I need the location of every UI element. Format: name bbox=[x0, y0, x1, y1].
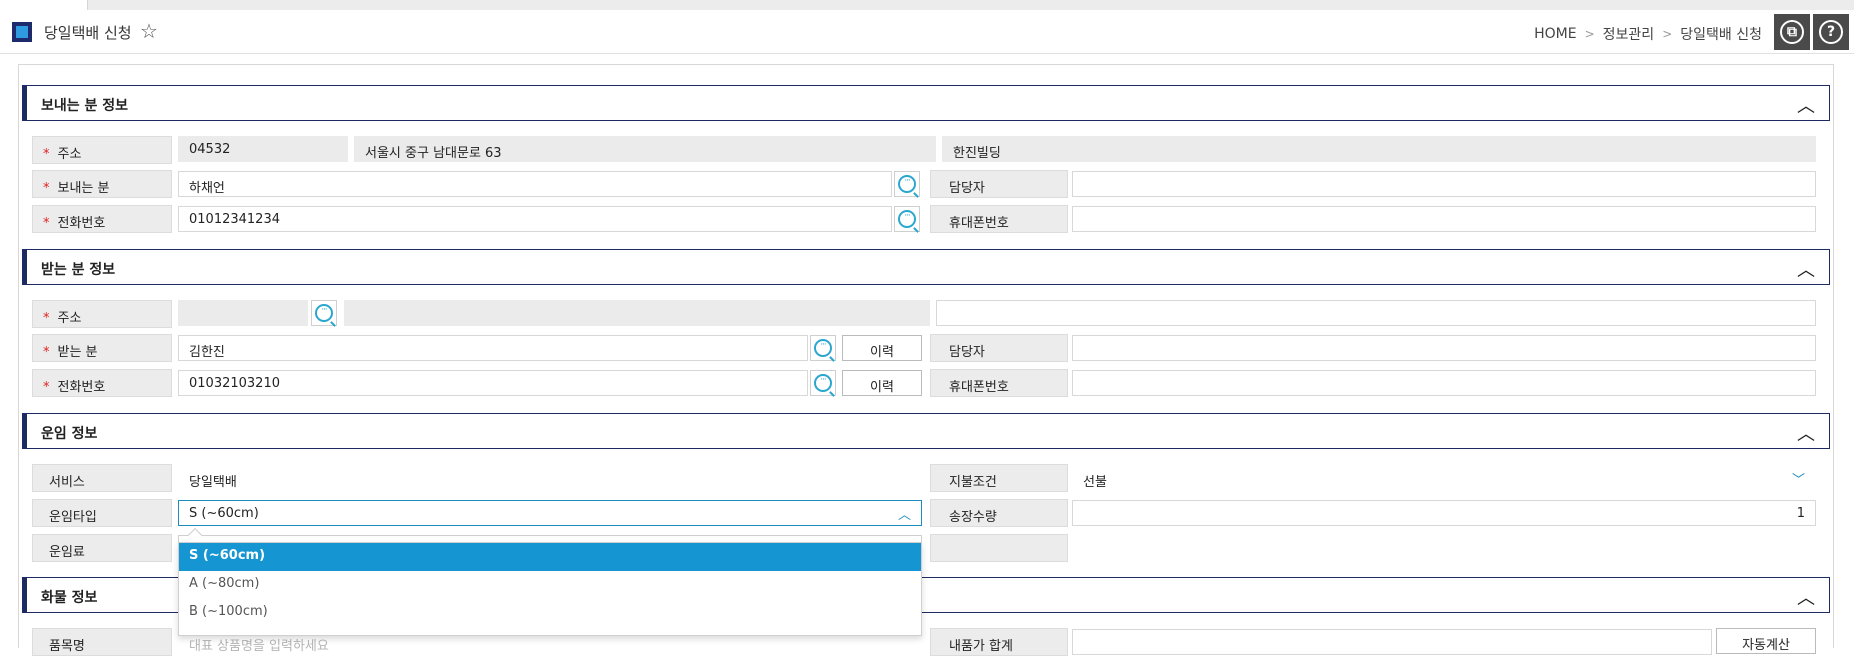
receiver-address bbox=[344, 300, 930, 326]
receiver-address-detail-input[interactable] bbox=[936, 300, 1816, 326]
total-value-label: 내품가 합계 bbox=[930, 628, 1068, 656]
waybill-qty-label: 송장수량 bbox=[930, 499, 1068, 527]
star-outline-icon[interactable]: ☆ bbox=[140, 19, 158, 43]
service-label: 서비스 bbox=[32, 464, 172, 492]
fare-type-option-b[interactable]: B (~100cm) bbox=[179, 599, 921, 627]
section-title: 운임 정보 bbox=[41, 426, 98, 442]
page-title: 당일택배 신청 bbox=[44, 24, 132, 42]
sender-address-label: 주소 bbox=[32, 136, 172, 164]
search-icon: ··· bbox=[898, 210, 916, 228]
sender-phone-label: 전화번호 bbox=[32, 205, 172, 233]
freight-section-header[interactable]: 운임 정보 ︿ bbox=[22, 413, 1830, 449]
payment-label: 지불조건 bbox=[930, 464, 1068, 492]
payment-select[interactable]: 선불 ﹀ bbox=[1072, 465, 1816, 491]
receiver-zipcode bbox=[178, 300, 308, 326]
fare-type-option-s[interactable]: S (~60cm) bbox=[179, 543, 921, 571]
fare-type-label: 운임타입 bbox=[32, 499, 172, 527]
total-value-input[interactable] bbox=[1072, 629, 1712, 655]
auto-calc-button[interactable]: 자동계산 bbox=[1716, 628, 1816, 654]
receiver-name-history-button[interactable]: 이력 bbox=[842, 335, 922, 361]
sender-address: 서울시 중구 남대문로 63 bbox=[354, 136, 936, 162]
page-header: 당일택배 신청 ☆ HOME > 정보관리 > 당일택배 신청 ⧉ ? bbox=[0, 10, 1854, 54]
section-title: 보내는 분 정보 bbox=[41, 98, 129, 114]
breadcrumb-info-management[interactable]: 정보관리 bbox=[1603, 24, 1655, 44]
receiver-phone-input[interactable]: 01032103210 bbox=[178, 370, 808, 396]
breadcrumb-home[interactable]: HOME bbox=[1534, 26, 1576, 42]
chevron-up-icon: ︿ bbox=[897, 508, 911, 523]
sender-name-label: 보내는 분 bbox=[32, 170, 172, 198]
item-name-placeholder: 대표 상품명을 입력하세요 bbox=[189, 639, 329, 654]
section-title: 화물 정보 bbox=[41, 590, 98, 606]
chevron-right-icon: > bbox=[1662, 27, 1673, 41]
waybill-qty-input[interactable]: 1 bbox=[1072, 500, 1816, 526]
chevron-up-icon[interactable]: ︿ bbox=[1797, 256, 1815, 282]
search-icon: ··· bbox=[814, 339, 832, 357]
chevron-up-icon[interactable]: ︿ bbox=[1797, 92, 1815, 118]
receiver-mobile-input[interactable] bbox=[1072, 370, 1816, 396]
receiver-name-search-button[interactable]: ··· bbox=[810, 335, 836, 361]
receiver-phone-label: 전화번호 bbox=[32, 369, 172, 397]
fare-type-select[interactable]: S (~60cm) ︿ bbox=[178, 500, 922, 526]
receiver-phone-search-button[interactable]: ··· bbox=[810, 370, 836, 396]
sender-manager-input[interactable] bbox=[1072, 171, 1816, 197]
service-value: 당일택배 bbox=[178, 465, 926, 491]
search-icon: ··· bbox=[814, 374, 832, 392]
window-icon: ⧉ bbox=[1780, 20, 1804, 44]
receiver-phone-history-button[interactable]: 이력 bbox=[842, 370, 922, 396]
sender-name-search-button[interactable]: ··· bbox=[894, 171, 920, 197]
receiver-manager-label: 담당자 bbox=[930, 334, 1068, 362]
help-button[interactable]: ? bbox=[1813, 14, 1849, 50]
help-icon: ? bbox=[1819, 20, 1843, 44]
search-icon: ··· bbox=[898, 175, 916, 193]
sender-mobile-label: 휴대폰번호 bbox=[930, 205, 1068, 233]
breadcrumb-current: 당일택배 신청 bbox=[1680, 27, 1762, 43]
sender-section-header[interactable]: 보내는 분 정보 ︿ bbox=[22, 85, 1830, 121]
receiver-name-input[interactable]: 김한진 bbox=[178, 335, 808, 361]
chevron-down-icon: ﹀ bbox=[1791, 473, 1805, 488]
receiver-section-header[interactable]: 받는 분 정보 ︿ bbox=[22, 249, 1830, 285]
section-title: 받는 분 정보 bbox=[41, 262, 116, 278]
receiver-name-label: 받는 분 bbox=[32, 334, 172, 362]
item-name-label: 품목명 bbox=[32, 628, 172, 656]
chevron-up-icon[interactable]: ︿ bbox=[1797, 584, 1815, 610]
sender-phone-search-button[interactable]: ··· bbox=[894, 206, 920, 232]
sender-zipcode: 04532 bbox=[178, 136, 348, 162]
sender-mobile-input[interactable] bbox=[1072, 206, 1816, 232]
sender-address-detail: 한진빌딩 bbox=[942, 136, 1816, 162]
fare-label: 운임료 bbox=[32, 534, 172, 562]
chevron-right-icon: > bbox=[1584, 27, 1595, 41]
app-icon bbox=[12, 22, 32, 42]
receiver-mobile-label: 휴대폰번호 bbox=[930, 369, 1068, 397]
receiver-manager-input[interactable] bbox=[1072, 335, 1816, 361]
fare-type-option-a[interactable]: A (~80cm) bbox=[179, 571, 921, 599]
fare-empty-cell bbox=[930, 534, 1068, 562]
fare-right-empty bbox=[1072, 535, 1816, 561]
sender-phone-input[interactable]: 01012341234 bbox=[178, 206, 892, 232]
chevron-up-icon[interactable]: ︿ bbox=[1797, 420, 1815, 446]
search-icon: ··· bbox=[315, 304, 333, 322]
payment-value: 선불 bbox=[1083, 475, 1107, 490]
fare-type-value: S (~60cm) bbox=[189, 506, 259, 521]
receiver-address-search-button[interactable]: ··· bbox=[311, 300, 337, 326]
sender-manager-label: 담당자 bbox=[930, 170, 1068, 198]
fare-type-dropdown: S (~60cm) A (~80cm) B (~100cm) bbox=[178, 542, 922, 636]
breadcrumb: HOME > 정보관리 > 당일택배 신청 bbox=[1534, 24, 1762, 44]
sender-name-input[interactable]: 하채언 bbox=[178, 171, 892, 197]
receiver-address-label: 주소 bbox=[32, 300, 172, 328]
window-button[interactable]: ⧉ bbox=[1774, 14, 1810, 50]
top-tab-strip bbox=[0, 0, 1854, 10]
active-tab[interactable] bbox=[0, 0, 88, 10]
